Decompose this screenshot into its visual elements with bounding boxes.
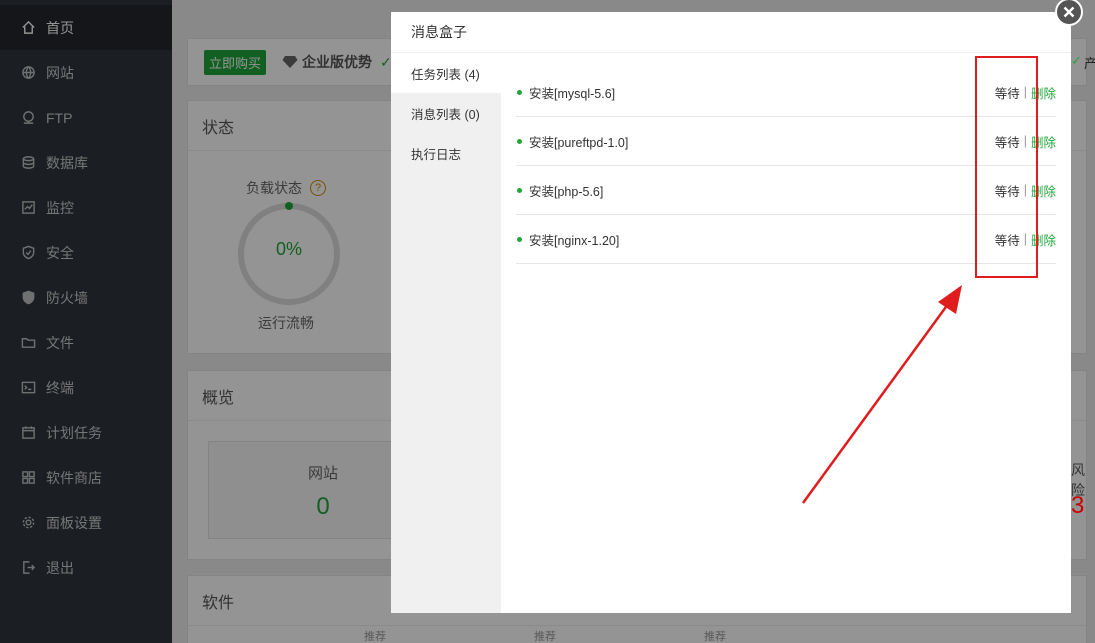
modal-title: 消息盒子 — [391, 12, 1071, 53]
task-name: 安装[mysql-5.6] — [529, 86, 616, 101]
task-name: 安装[pureftpd-1.0] — [529, 135, 629, 150]
tab-execution-log[interactable]: 执行日志 — [391, 133, 501, 173]
status-dot-icon — [517, 138, 522, 144]
task-name: 安装[php-5.6] — [529, 184, 604, 199]
tab-message-list[interactable]: 消息列表 (0) — [391, 93, 501, 133]
status-dot-icon — [517, 89, 522, 95]
product-peek: 产 — [1084, 56, 1095, 71]
risk-value-peek: 3 — [1071, 492, 1085, 519]
tab-task-list[interactable]: 任务列表 (4) — [391, 53, 501, 93]
status-dot-icon — [517, 187, 522, 193]
status-dot-icon — [517, 236, 522, 242]
close-icon — [1063, 6, 1075, 18]
annotation-highlight-box — [975, 56, 1038, 278]
task-name: 安装[nginx-1.20] — [529, 233, 620, 248]
check-icon: ✓ — [1071, 53, 1082, 68]
modal-tabs: 任务列表 (4) 消息列表 (0) 执行日志 — [391, 53, 501, 613]
message-box-modal: 消息盒子 任务列表 (4) 消息列表 (0) 执行日志 安装[mysql-5.6… — [391, 12, 1071, 613]
